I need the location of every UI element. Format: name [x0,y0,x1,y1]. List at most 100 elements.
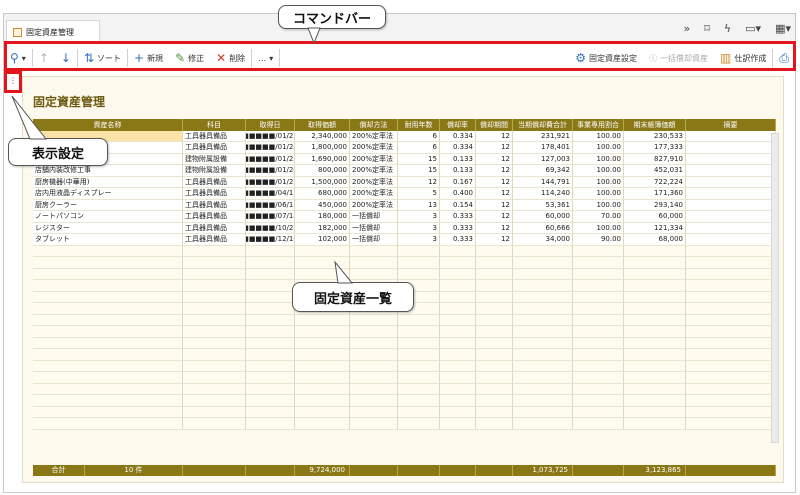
table-cell: 177,333 [624,142,686,154]
table-cell: 一括償却 [350,211,398,223]
column-header[interactable]: 当期償却費合計 [513,119,573,131]
table-row[interactable]: ノートパソコン工具器具備品■■■■■/07/18180,000一括償却30.33… [33,211,776,223]
column-header[interactable]: 資産名称 [33,119,183,131]
column-header[interactable]: 取得日 [246,119,295,131]
table-cell [246,406,295,418]
table-cell [573,395,624,407]
table-cell [398,395,440,407]
table-cell [440,418,476,430]
table-cell [573,418,624,430]
table-cell [476,280,513,292]
table-cell [624,372,686,384]
table-row[interactable]: 店舗内装改修工事建物附属設備■■■■■/01/24800,000200%定率法1… [33,165,776,177]
table-cell [183,280,246,292]
table-cell [573,406,624,418]
table-cell [476,406,513,418]
column-header[interactable]: 償却率 [440,119,476,131]
table-cell [573,372,624,384]
table-cell: 200%定率法 [350,188,398,200]
table-row[interactable]: 工具器具備品■■■■■/01/222,340,000200%定率法60.3341… [33,130,776,142]
table-cell: 100.00 [573,222,624,234]
footer-cell: 合計 [33,464,85,476]
table-cell: 12 [476,199,513,211]
table-cell [33,349,183,361]
column-header[interactable]: 科目 [183,119,246,131]
table-cell: 工具器具備品 [183,211,246,223]
table-cell [513,280,573,292]
window-icon[interactable]: ▭▾ [745,22,761,35]
table-cell: タブレット [33,234,183,246]
display-settings-highlight[interactable]: ⋮ [4,71,22,93]
table-cell [440,314,476,326]
table-cell [513,314,573,326]
lightning-icon[interactable]: ϟ [724,22,731,35]
table-cell [295,418,350,430]
table-cell: 13 [398,199,440,211]
table-cell [440,383,476,395]
table-cell [624,303,686,315]
table-cell [295,395,350,407]
footer-cell [686,464,776,476]
vertical-scrollbar[interactable] [771,133,779,443]
empty-row [33,314,776,326]
table-cell: 100.00 [573,165,624,177]
calendar-icon[interactable]: ▦▾ [775,22,791,35]
table-row[interactable]: タブレット工具器具備品■■■■■/12/10102,000一括償却30.3331… [33,234,776,246]
column-header[interactable]: 償却期間 [476,119,513,131]
table-cell [440,280,476,292]
table-cell [476,303,513,315]
tab-bar: 固定資産管理 » ⌑ ϟ ▭▾ ▦▾ [4,14,795,44]
table-row[interactable]: 店内用液晶ディスプレー工具器具備品■■■■■/04/17680,000200%定… [33,188,776,200]
column-header[interactable]: 耐用年数 [398,119,440,131]
table-cell [398,337,440,349]
table-cell [183,245,246,257]
table-cell [476,291,513,303]
table-cell: 60,666 [513,222,573,234]
callout-pointer [11,95,48,140]
table-cell [350,383,398,395]
table-cell: 1,800,000 [295,142,350,154]
table-cell: ノートパソコン [33,211,183,223]
table-row[interactable]: 建物附属設備■■■■■/01/221,690,000200%定率法150.133… [33,153,776,165]
column-header[interactable]: 摘要 [686,119,776,131]
table-cell [513,395,573,407]
table-cell: 127,003 [513,153,573,165]
table-cell: 34,000 [513,234,573,246]
table-cell [624,291,686,303]
table-cell [624,395,686,407]
table-cell [350,349,398,361]
table-cell: 6 [398,130,440,142]
table-row[interactable]: レジスター工具器具備品■■■■■/10/28182,000一括償却30.3331… [33,222,776,234]
table-cell [476,383,513,395]
footer-cell: 3,123,865 [624,464,686,476]
table-cell [440,326,476,338]
table-cell: 12 [476,234,513,246]
table-cell [33,337,183,349]
table-cell: 12 [476,176,513,188]
table-row[interactable]: 工具器具備品■■■■■/01/221,800,000200%定率法60.3341… [33,142,776,154]
table-cell [686,130,776,142]
table-cell [573,326,624,338]
table-row[interactable]: 厨房機器(中華用)工具器具備品■■■■■/01/251,500,000200%定… [33,176,776,188]
table-cell: 722,224 [624,176,686,188]
empty-row [33,268,776,280]
chevrons-icon[interactable]: » [684,22,691,35]
column-header[interactable]: 事業専用割合 [573,119,624,131]
asset-table: 資産名称 科目 取得日 取得価額 償却方法 耐用年数 償却率 償却期間 当期償却費合計 事業専用割… [33,119,776,430]
table-cell [295,360,350,372]
table-cell [686,280,776,292]
table-cell [624,280,686,292]
table-row[interactable]: 厨房クーラー工具器具備品■■■■■/06/17450,000200%定率法130… [33,199,776,211]
table-cell [686,199,776,211]
bookmark-icon[interactable]: ⌑ [704,22,710,35]
empty-row [33,326,776,338]
table-cell [624,245,686,257]
column-header[interactable]: 期末帳簿価額 [624,119,686,131]
column-header[interactable]: 取得価額 [295,119,350,131]
table-cell [573,303,624,315]
table-cell: 建物附属設備 [183,165,246,177]
callout-pointer [334,260,354,284]
table-cell [350,406,398,418]
table-cell [398,245,440,257]
column-header[interactable]: 償却方法 [350,119,398,131]
